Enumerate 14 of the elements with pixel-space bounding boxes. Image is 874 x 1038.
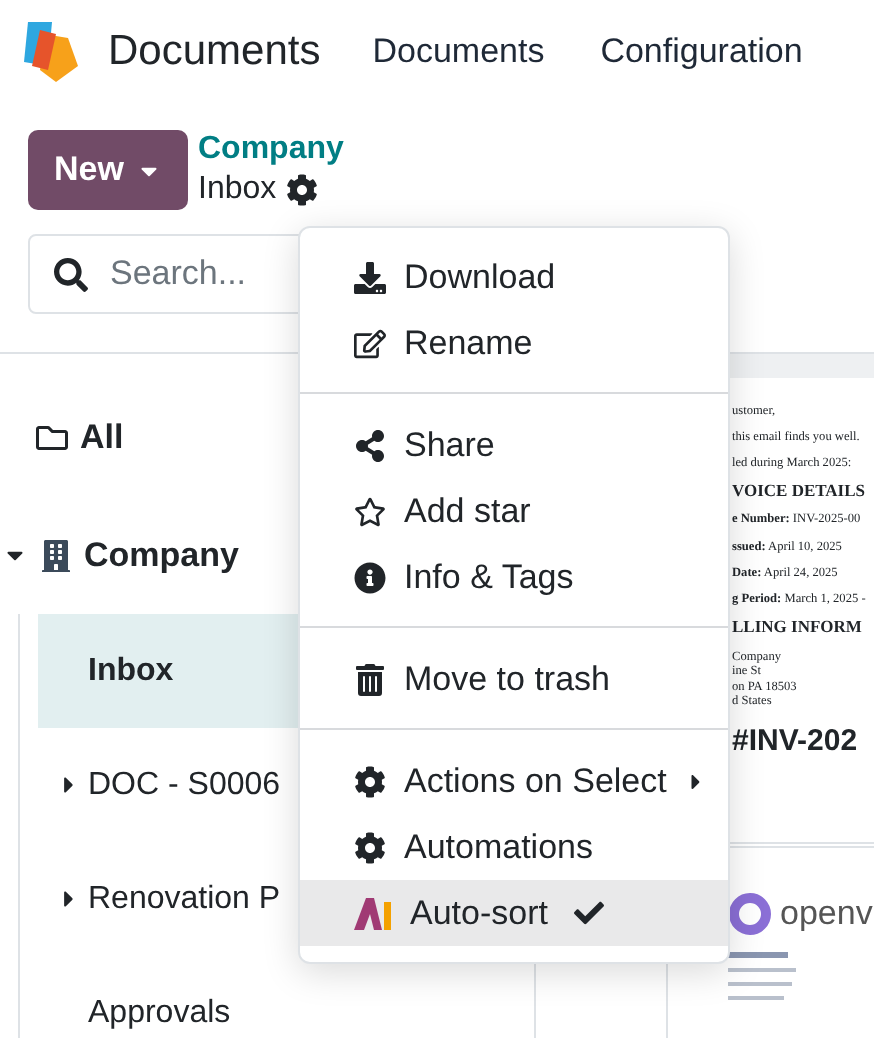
app-title: Documents xyxy=(108,28,321,76)
menu-item-label: Auto-sort xyxy=(410,893,548,933)
logo-text: openv xyxy=(780,894,873,934)
menu-item-label: Actions on Select xyxy=(404,761,667,801)
menu-item-label: Share xyxy=(404,425,495,465)
preview-text: #INV-202 xyxy=(732,724,860,759)
menu-item-label: Rename xyxy=(404,323,533,363)
breadcrumb-current: Inbox xyxy=(198,170,277,210)
menu-item-label: Info & Tags xyxy=(404,557,574,597)
preview-text: VOICE DETAILS xyxy=(732,481,868,501)
menu-item-label: Add star xyxy=(404,491,531,531)
menu-item-label: Automations xyxy=(404,827,593,867)
menu-item-label: Download xyxy=(404,257,556,297)
preview-text: LLING INFORM xyxy=(732,618,864,639)
